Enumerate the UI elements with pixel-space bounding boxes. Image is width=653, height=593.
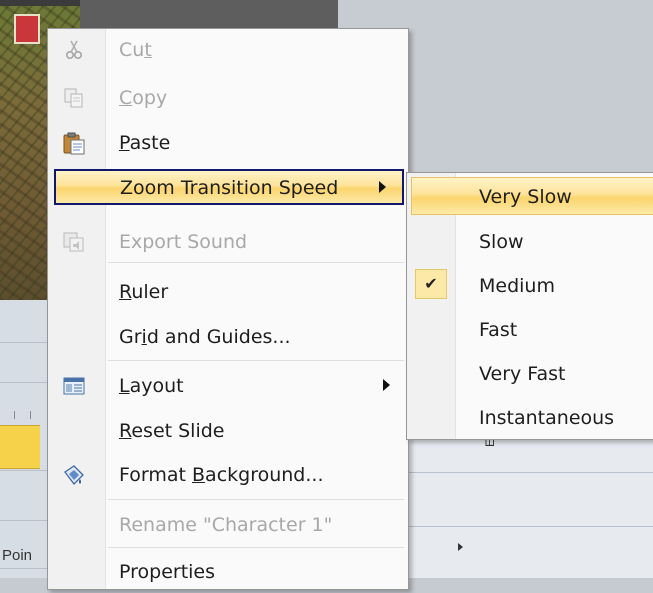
submenu-item-label: Slow: [479, 231, 524, 253]
submenu-item-fast[interactable]: Fast: [407, 307, 653, 351]
menu-item-label: Grid and Guides...: [119, 326, 291, 348]
copy-icon: [62, 86, 86, 110]
menu-separator: [108, 262, 404, 263]
menu-item-label: Zoom Transition Speed: [120, 177, 339, 199]
menu-item-label: Cut: [119, 39, 152, 61]
menu-item-rename[interactable]: Rename "Character 1": [48, 504, 408, 546]
submenu-item-label: Fast: [479, 319, 518, 341]
menu-item-ruler[interactable]: Ruler: [48, 271, 408, 313]
timeline-ruler: [0, 408, 40, 422]
menu-item-reset-slide[interactable]: Reset Slide: [48, 410, 408, 452]
accesskey-letter: L: [119, 375, 130, 397]
menu-item-cut[interactable]: Cut: [48, 29, 408, 71]
properties-panel: [407, 440, 653, 578]
properties-panel-line: [407, 472, 653, 473]
accesskey-letter: R: [119, 281, 132, 303]
submenu-arrow-icon: [379, 181, 386, 193]
menu-item-label: Layout: [119, 375, 184, 397]
submenu-item-label: Medium: [479, 275, 555, 297]
context-menu: Cut Copy Paste Zoom Transition Speed Exp…: [47, 28, 409, 590]
submenu-item-very-fast[interactable]: Very Fast: [407, 351, 653, 395]
workspace-top-strip: [0, 0, 80, 6]
submenu-arrow-icon: [383, 379, 390, 391]
ruler-tick: [30, 411, 31, 419]
panel-left-label: Poin: [2, 547, 33, 564]
menu-item-copy[interactable]: Copy: [48, 77, 408, 119]
menu-item-label: Export Sound: [119, 231, 248, 253]
menu-item-label: Reset Slide: [119, 420, 225, 442]
slide-thumbnail-marker: [14, 14, 40, 44]
menu-item-format-background[interactable]: Format Background...: [48, 454, 408, 496]
submenu-item-very-slow[interactable]: Very Slow: [411, 177, 653, 215]
paste-icon: [62, 131, 86, 155]
menu-item-label: Paste: [119, 132, 171, 154]
scissors-icon: [62, 38, 86, 62]
menu-item-label: Format Background...: [119, 464, 324, 486]
menu-item-grid-and-guides[interactable]: Grid and Guides...: [48, 316, 408, 358]
submenu-item-instantaneous[interactable]: Instantaneous: [407, 395, 653, 439]
submenu-item-label: Instantaneous: [479, 407, 615, 429]
menu-item-layout[interactable]: Layout: [48, 365, 408, 407]
panel-expand-arrow-icon[interactable]: [458, 543, 463, 551]
accesskey-letter: B: [192, 464, 206, 486]
menu-item-label: Properties: [119, 561, 216, 583]
menu-item-label: Rename "Character 1": [119, 514, 333, 536]
menu-item-zoom-transition-speed[interactable]: Zoom Transition Speed: [54, 169, 404, 205]
submenu-item-slow[interactable]: Slow: [407, 219, 653, 263]
menu-item-properties[interactable]: Properties: [48, 551, 408, 593]
accesskey-letter: i: [141, 326, 147, 348]
accesskey-letter: P: [119, 132, 130, 154]
zoom-transition-speed-submenu: Very Slow Slow ✔ Medium Fast Very Fast I…: [406, 172, 653, 440]
menu-item-export-sound[interactable]: Export Sound: [48, 221, 408, 263]
menu-separator: [108, 499, 404, 500]
menu-item-label: Copy: [119, 87, 168, 109]
accesskey-letter: C: [119, 87, 133, 109]
menu-item-label: Ruler: [119, 281, 169, 303]
submenu-item-medium[interactable]: ✔ Medium: [407, 263, 653, 307]
menu-separator: [108, 360, 404, 361]
menu-item-paste[interactable]: Paste: [48, 122, 408, 164]
properties-panel-line: [407, 526, 653, 527]
layout-icon: [62, 374, 86, 398]
accesskey-letter: R: [119, 420, 132, 442]
format-background-icon: [62, 463, 86, 487]
checkmark-icon: ✔: [415, 269, 447, 299]
ruler-tick: [14, 411, 15, 419]
submenu-item-label: Very Slow: [479, 186, 572, 208]
submenu-item-label: Very Fast: [479, 363, 566, 385]
timeline-selected-block[interactable]: [0, 425, 40, 469]
menu-separator: [108, 547, 404, 548]
accesskey-letter: t: [144, 39, 152, 61]
export-sound-icon: [62, 230, 86, 254]
